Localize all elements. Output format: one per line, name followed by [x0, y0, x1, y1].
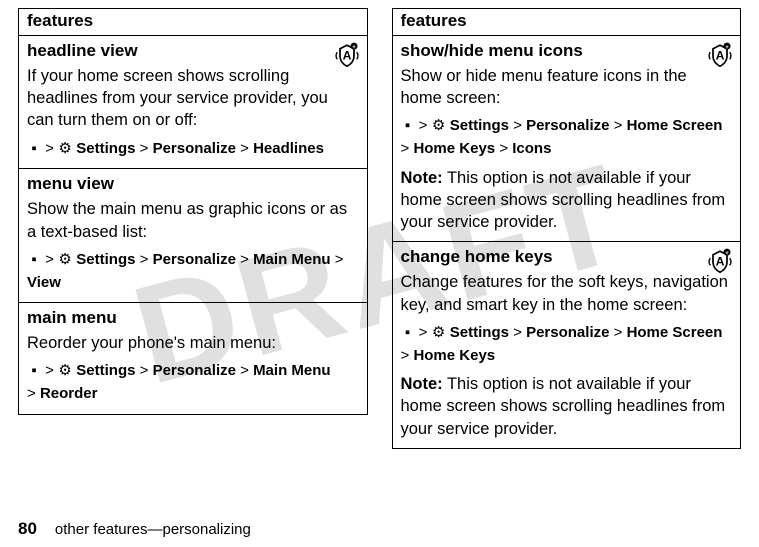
- page-footer: 80 other features—personalizing: [18, 519, 251, 539]
- path-item: Reorder: [40, 385, 98, 402]
- note-label: Note:: [401, 169, 443, 187]
- nav-path: ▪ > ⚙ Settings > Personalize > Main Menu…: [27, 360, 359, 405]
- settings-glyph-icon: ⚙: [58, 249, 72, 272]
- settings-glyph-icon: ⚙: [432, 115, 446, 138]
- path-item: Icons: [512, 140, 551, 157]
- feature-body: Reorder your phone's main menu:: [27, 332, 359, 354]
- settings-glyph-icon: ⚙: [432, 322, 446, 345]
- svg-text:+: +: [725, 44, 729, 51]
- note-text: This option is not available if your hom…: [401, 169, 726, 232]
- feature-note: Note: This option is not available if yo…: [401, 373, 733, 440]
- gt: >: [240, 251, 249, 268]
- feature-cell: A+ change home keys Change features for …: [393, 242, 741, 447]
- center-key-icon: ▪: [27, 138, 41, 161]
- feature-title: headline view: [27, 40, 359, 63]
- gt: >: [401, 140, 410, 157]
- path-item: View: [27, 274, 61, 291]
- settings-glyph-icon: ⚙: [58, 138, 72, 161]
- path-item: Home Screen: [627, 118, 723, 135]
- gt: >: [27, 385, 36, 402]
- svg-text:A: A: [716, 48, 725, 62]
- path-item: Settings: [76, 140, 135, 157]
- feature-title: show/hide menu icons: [401, 40, 733, 63]
- left-table: features A+ headline view If your home s…: [18, 8, 368, 415]
- center-key-icon: ▪: [27, 249, 41, 272]
- accessibility-icon: A+: [706, 246, 734, 274]
- center-key-icon: ▪: [27, 360, 41, 383]
- nav-path: ▪ > ⚙ Settings > Personalize > Home Scre…: [401, 322, 733, 367]
- left-table-header: features: [19, 9, 367, 36]
- note-text: This option is not available if your hom…: [401, 375, 726, 438]
- note-label: Note:: [401, 375, 443, 393]
- gt: >: [140, 140, 149, 157]
- path-item: Personalize: [526, 324, 609, 341]
- settings-glyph-icon: ⚙: [58, 360, 72, 383]
- feature-body: If your home screen shows scrolling head…: [27, 65, 359, 132]
- gt: >: [45, 140, 54, 157]
- svg-text:+: +: [725, 250, 729, 257]
- path-item: Personalize: [153, 251, 236, 268]
- feature-note: Note: This option is not available if yo…: [401, 167, 733, 234]
- svg-text:A: A: [342, 48, 351, 62]
- feature-body: Show the main menu as graphic icons or a…: [27, 198, 359, 243]
- path-item: Main Menu: [253, 251, 331, 268]
- nav-path: ▪ > ⚙ Settings > Personalize > Home Scre…: [401, 115, 733, 160]
- path-item: Home Keys: [413, 140, 495, 157]
- gt: >: [140, 251, 149, 268]
- gt: >: [513, 324, 522, 341]
- accessibility-icon: A+: [706, 40, 734, 68]
- feature-body: Change features for the soft keys, navig…: [401, 271, 733, 316]
- feature-title: main menu: [27, 307, 359, 330]
- path-item: Home Screen: [627, 324, 723, 341]
- feature-cell: A+ headline view If your home screen sho…: [19, 36, 367, 169]
- nav-path: ▪ > ⚙ Settings > Personalize > Headlines: [27, 138, 359, 161]
- gt: >: [419, 118, 428, 135]
- footer-text: other features—personalizing: [55, 521, 251, 538]
- nav-path: ▪ > ⚙ Settings > Personalize > Main Menu…: [27, 249, 359, 294]
- gt: >: [45, 251, 54, 268]
- feature-body: Show or hide menu feature icons in the h…: [401, 65, 733, 110]
- path-item: Settings: [450, 324, 509, 341]
- gt: >: [513, 118, 522, 135]
- page-number: 80: [18, 519, 37, 538]
- right-table: features A+ show/hide menu icons Show or…: [392, 8, 742, 449]
- path-item: Settings: [450, 118, 509, 135]
- svg-text:+: +: [352, 44, 356, 51]
- gt: >: [45, 363, 54, 380]
- accessibility-icon: A+: [333, 40, 361, 68]
- right-table-header: features: [393, 9, 741, 36]
- feature-title: change home keys: [401, 246, 733, 269]
- gt: >: [240, 140, 249, 157]
- path-item: Personalize: [153, 363, 236, 380]
- path-item: Home Keys: [413, 347, 495, 364]
- path-item: Personalize: [153, 140, 236, 157]
- gt: >: [614, 324, 623, 341]
- feature-title: menu view: [27, 173, 359, 196]
- gt: >: [419, 324, 428, 341]
- svg-text:A: A: [716, 255, 725, 269]
- left-column: features A+ headline view If your home s…: [18, 8, 368, 449]
- feature-cell: main menu Reorder your phone's main menu…: [19, 303, 367, 413]
- center-key-icon: ▪: [401, 115, 415, 138]
- feature-cell: menu view Show the main menu as graphic …: [19, 169, 367, 303]
- gt: >: [335, 251, 344, 268]
- right-column: features A+ show/hide menu icons Show or…: [392, 8, 742, 449]
- path-item: Headlines: [253, 140, 324, 157]
- gt: >: [614, 118, 623, 135]
- path-item: Settings: [76, 251, 135, 268]
- path-item: Settings: [76, 363, 135, 380]
- path-item: Personalize: [526, 118, 609, 135]
- path-item: Main Menu: [253, 363, 331, 380]
- gt: >: [499, 140, 508, 157]
- feature-cell: A+ show/hide menu icons Show or hide men…: [393, 36, 741, 242]
- gt: >: [240, 363, 249, 380]
- center-key-icon: ▪: [401, 322, 415, 345]
- gt: >: [140, 363, 149, 380]
- gt: >: [401, 347, 410, 364]
- two-column-layout: features A+ headline view If your home s…: [0, 0, 759, 449]
